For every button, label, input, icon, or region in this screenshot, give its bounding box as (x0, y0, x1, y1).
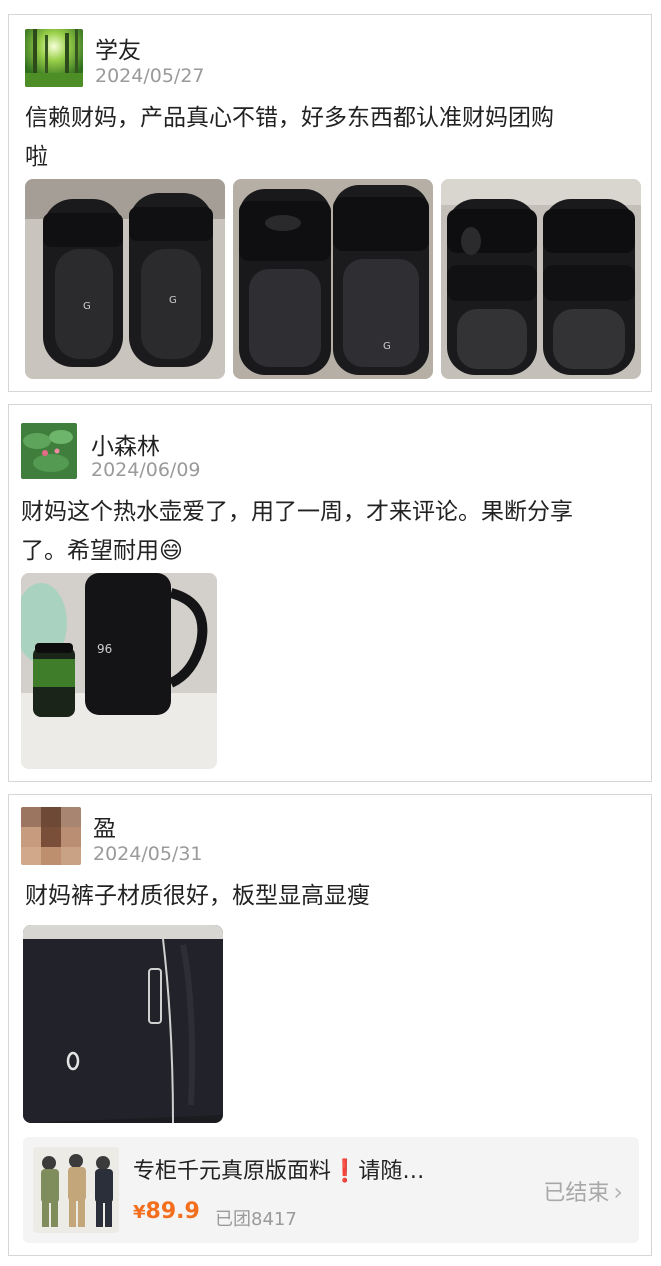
svg-text:96: 96 (97, 642, 112, 656)
product-thumbnail[interactable] (33, 1147, 119, 1233)
product-bar[interactable]: 专柜千元真原版面料❗请随… ¥89.9 已团8417 已结束 › (23, 1137, 639, 1243)
avatar[interactable] (21, 423, 77, 479)
svg-text:G: G (83, 301, 91, 312)
review-photo[interactable]: G (233, 179, 433, 379)
review-text: 财妈裤子材质很好，板型显高显瘦 (25, 883, 370, 909)
avatar[interactable] (25, 29, 83, 87)
product-title[interactable]: 专柜千元真原版面料❗请随… (133, 1153, 424, 1185)
review-date: 2024/06/09 (91, 459, 201, 481)
review-card: 学友 2024/05/27 信赖财妈，产品真心不错，好多东西都认准财妈团购 啦 … (8, 14, 652, 392)
reviewer-name: 小森林 (91, 434, 160, 460)
review-photo[interactable] (441, 179, 641, 379)
review-card: 盈 2024/05/31 财妈裤子材质很好，板型显高显瘦 专柜千元真原版面料❗请… (8, 794, 652, 1256)
review-text: 信赖财妈，产品真心不错，好多东西都认准财妈团购 啦 (25, 105, 554, 170)
review-photo[interactable]: G G (25, 179, 225, 379)
avatar[interactable] (21, 807, 81, 865)
warning-icon: ❗ (331, 1159, 359, 1184)
review-text: 财妈这个热水壶爱了，用了一周，才来评论。果断分享 了。希望耐用😄 (21, 499, 573, 564)
chevron-right-icon: › (613, 1178, 623, 1206)
sold-count: 已团8417 (215, 1209, 297, 1230)
reviewer-name: 盈 (93, 816, 116, 842)
svg-text:G: G (169, 295, 177, 306)
review-card: 小森林 2024/06/09 财妈这个热水壶爱了，用了一周，才来评论。果断分享 … (8, 404, 652, 782)
svg-text:G: G (383, 341, 391, 352)
review-photo[interactable] (23, 925, 223, 1123)
reviewer-name: 学友 (95, 38, 141, 64)
review-date: 2024/05/31 (93, 843, 203, 865)
review-date: 2024/05/27 (95, 65, 205, 87)
status-link[interactable]: 已结束 › (543, 1175, 623, 1207)
review-photo[interactable]: 96 (21, 573, 217, 769)
product-price: ¥89.9 (133, 1199, 200, 1224)
